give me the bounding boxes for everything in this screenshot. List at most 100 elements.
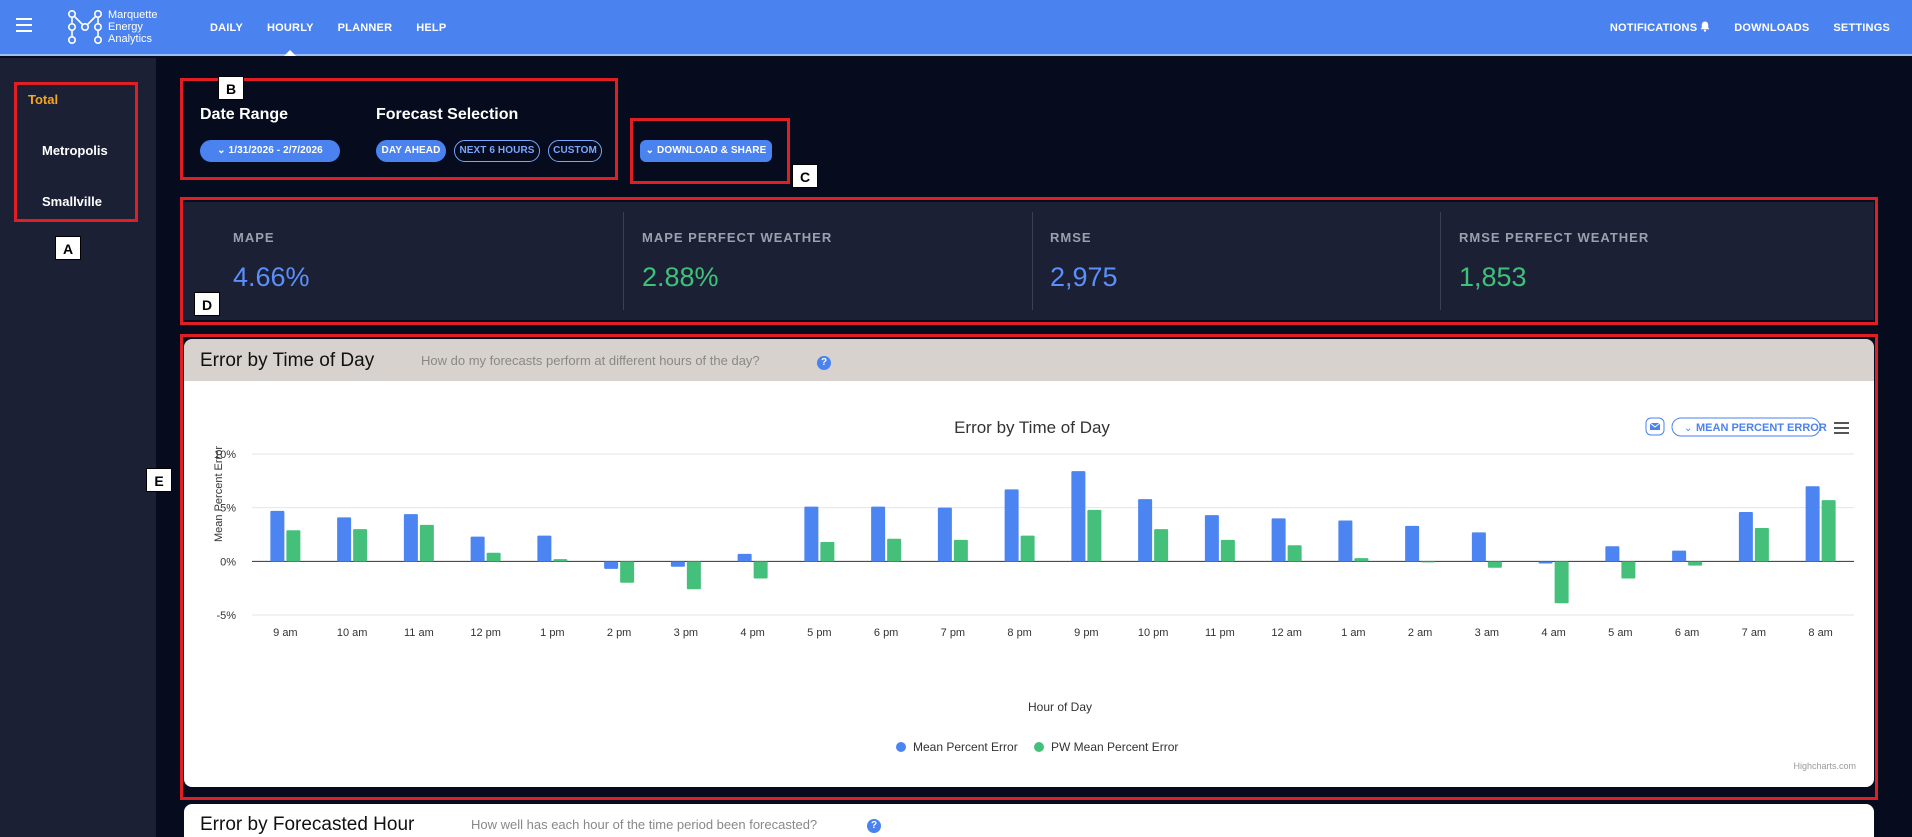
bar-pw-mean-percent-error[interactable] [1821,500,1836,562]
bar-pw-mean-percent-error[interactable] [1220,539,1235,562]
company-logo-icon [67,9,102,44]
bar-pw-mean-percent-error[interactable] [1087,509,1102,562]
x-tick-label: 8 am [1808,627,1832,639]
bar-mean-percent-error[interactable] [1071,471,1086,562]
x-tick-label: 4 am [1541,627,1565,639]
bar-pw-mean-percent-error[interactable] [953,539,968,562]
hamburger-menu-icon[interactable] [16,18,32,32]
annotation-box-b [180,78,618,180]
bar-pw-mean-percent-error[interactable] [1621,561,1636,579]
bar-mean-percent-error[interactable] [1805,486,1820,562]
x-tick-label: 4 pm [740,627,764,639]
bar-mean-percent-error[interactable] [337,517,352,562]
x-tick-label: 10 am [337,627,368,639]
x-tick-label: 1 am [1341,627,1365,639]
bar-mean-percent-error[interactable] [1672,550,1687,562]
bar-pw-mean-percent-error[interactable] [553,559,568,562]
error-by-time-of-day-chart: Error by Time of Day ⌄ MEAN PERCENT ERRO… [213,417,1856,771]
card-title: Error by Time of Day [200,350,375,371]
forecast-next-6-hours-button[interactable]: NEXT 6 HOURS [454,140,540,162]
bar-pw-mean-percent-error[interactable] [486,552,501,562]
bar-mean-percent-error[interactable] [1271,518,1286,562]
x-tick-label: 2 am [1408,627,1432,639]
kpi-label: RMSE [1050,230,1092,245]
bar-pw-mean-percent-error[interactable] [887,538,902,562]
bar-pw-mean-percent-error[interactable] [1354,558,1369,562]
chart-menu-icon[interactable] [1834,422,1849,434]
bar-pw-mean-percent-error[interactable] [686,561,701,590]
kpi-value: 1,853 [1459,262,1527,292]
bar-mean-percent-error[interactable] [604,561,619,569]
sidebar-item-smallville[interactable]: Smallville [42,194,102,209]
nav-notifications[interactable]: NOTIFICATIONS [1598,0,1722,56]
forecast-custom-button[interactable]: CUSTOM [548,140,602,162]
highcharts-credit[interactable]: Highcharts.com [1793,761,1856,771]
x-tick-label: 11 am [404,627,434,639]
bar-mean-percent-error[interactable] [737,553,752,562]
annotation-label-b: B [218,76,244,100]
sidebar [0,58,156,837]
sidebar-item-total[interactable]: Total [28,92,58,107]
sidebar-item-metropolis[interactable]: Metropolis [42,143,108,158]
bar-pw-mean-percent-error[interactable] [820,542,835,562]
help-icon[interactable]: ? [867,819,881,833]
forecast-day-ahead-button[interactable]: DAY AHEAD [376,140,446,162]
bar-mean-percent-error[interactable] [670,561,685,567]
nav-planner[interactable]: PLANNER [326,0,405,56]
nav-hourly[interactable]: HOURLY [255,0,326,56]
chevron-down-icon: ⌄ [217,145,226,156]
legend-label: Mean Percent Error [913,740,1018,754]
bar-mean-percent-error[interactable] [1204,515,1219,562]
x-axis-label: Hour of Day [1028,700,1092,714]
bar-mean-percent-error[interactable] [1138,499,1153,562]
x-tick-label: 3 am [1475,627,1499,639]
bar-pw-mean-percent-error[interactable] [1688,561,1703,566]
bar-pw-mean-percent-error[interactable] [1020,535,1035,562]
bar-mean-percent-error[interactable] [1471,532,1486,562]
bar-mean-percent-error[interactable] [871,506,886,562]
bar-pw-mean-percent-error[interactable] [620,561,635,583]
legend-item-mean-percent-error[interactable]: Mean Percent Error [896,740,1018,754]
bar-pw-mean-percent-error[interactable] [1421,561,1436,563]
bar-pw-mean-percent-error[interactable] [753,561,768,579]
bar-pw-mean-percent-error[interactable] [1754,528,1769,562]
bar-pw-mean-percent-error[interactable] [1554,561,1569,604]
nav-daily[interactable]: DAILY [198,0,255,56]
brand-line-2: Energy [108,21,143,33]
x-tick-label: 9 am [273,627,297,639]
bar-mean-percent-error[interactable] [1004,489,1019,562]
nav-settings[interactable]: SETTINGS [1821,0,1902,56]
bar-mean-percent-error[interactable] [1338,520,1353,562]
bar-mean-percent-error[interactable] [403,514,418,562]
bar-pw-mean-percent-error[interactable] [419,524,434,562]
bar-mean-percent-error[interactable] [1538,561,1553,564]
metric-dropdown[interactable]: ⌄ MEAN PERCENT ERROR [1671,417,1827,437]
bar-pw-mean-percent-error[interactable] [1487,561,1502,568]
bar-mean-percent-error[interactable] [537,535,552,562]
bar-pw-mean-percent-error[interactable] [1287,545,1302,562]
bar-mean-percent-error[interactable] [1405,525,1420,562]
bar-pw-mean-percent-error[interactable] [286,530,301,562]
help-icon[interactable]: ? [817,356,831,370]
bar-mean-percent-error[interactable] [937,507,952,562]
legend-item-pw-mean-percent-error[interactable]: PW Mean Percent Error [1034,740,1178,754]
x-tick-label: 12 am [1271,627,1302,639]
bar-pw-mean-percent-error[interactable] [353,529,368,562]
bar-mean-percent-error[interactable] [804,506,819,562]
card-subtitle: How well has each hour of the time perio… [471,817,818,832]
bar-mean-percent-error[interactable] [1605,546,1620,562]
bar-mean-percent-error[interactable] [270,510,285,562]
date-range-title: Date Range [200,106,289,123]
kpi-label: MAPE PERFECT WEATHER [642,230,833,245]
download-share-button[interactable]: ⌄ DOWNLOAD & SHARE [640,140,772,162]
date-range-picker[interactable]: ⌄ 1/31/2026 - 2/7/2026 [200,140,340,162]
annotation-label-a: A [55,236,81,260]
error-by-time-of-day-card: Error by Time of Day ⌄ MEAN PERCENT ERRO… [184,381,1874,787]
bar-mean-percent-error[interactable] [470,536,485,562]
nav-downloads[interactable]: DOWNLOADS [1722,0,1821,56]
bar-mean-percent-error[interactable] [1738,511,1753,562]
x-tick-label: 11 pm [1205,627,1235,639]
bar-pw-mean-percent-error[interactable] [1154,529,1169,562]
email-icon[interactable] [1645,417,1665,436]
nav-help[interactable]: HELP [404,0,458,56]
